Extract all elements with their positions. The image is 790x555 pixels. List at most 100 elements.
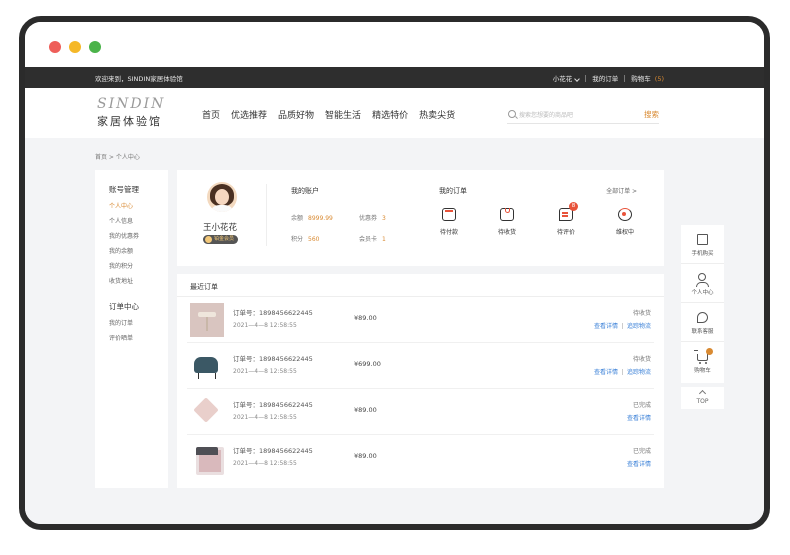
nav-item-specials[interactable]: 精选特价 bbox=[372, 108, 408, 121]
chevron-up-icon bbox=[698, 389, 707, 398]
divider bbox=[621, 368, 623, 375]
member-badge-label: 铂金会员 bbox=[214, 236, 235, 242]
logo-text-en: SINDIN bbox=[97, 96, 166, 112]
order-price: ¥699.00 bbox=[354, 360, 381, 368]
order-status-refund[interactable]: 维权中 bbox=[605, 208, 645, 236]
top-bar-links: 小花花 我的订单 购物车 (5) bbox=[553, 73, 664, 83]
coupon-stat[interactable]: 优惠券 3 bbox=[359, 213, 386, 222]
window-chrome bbox=[25, 22, 764, 67]
divider bbox=[624, 74, 626, 82]
chevron-down-icon bbox=[574, 76, 581, 82]
profile-name: 王小花花 bbox=[203, 223, 238, 233]
back-to-top-button[interactable]: TOP bbox=[681, 387, 724, 409]
order-date: 2021—4—8 12:58:55 bbox=[233, 322, 297, 329]
site-header: SINDIN 家居体验馆 首页 优选推荐 品质好物 智能生活 精选特价 热卖尖货… bbox=[25, 88, 764, 138]
logo-text-cn: 家居体验馆 bbox=[97, 115, 162, 128]
view-details-link[interactable]: 查看详情 bbox=[594, 321, 618, 330]
user-icon bbox=[696, 273, 709, 287]
order-date: 2021—4—8 12:58:55 bbox=[233, 414, 297, 421]
view-details-link[interactable]: 查看详情 bbox=[627, 459, 651, 468]
cart-badge bbox=[706, 348, 713, 355]
track-shipping-link[interactable]: 追踪物流 bbox=[627, 321, 651, 330]
member-card-stat[interactable]: 会员卡 1 bbox=[359, 234, 386, 243]
order-status-label: 待评价 bbox=[556, 229, 575, 236]
window-frame: 欢迎来到，SINDIN家居体验馆 小花花 我的订单 购物车 (5) SINDIN … bbox=[19, 16, 770, 530]
points-stat[interactable]: 积分 560 bbox=[291, 234, 319, 243]
logo[interactable]: SINDIN 家居体验馆 bbox=[97, 97, 167, 129]
avatar[interactable] bbox=[207, 182, 237, 212]
float-item-mobile[interactable]: 手机购买 bbox=[681, 225, 724, 264]
sidebar-item-my-orders[interactable]: 我的订单 bbox=[109, 318, 168, 327]
track-shipping-link[interactable]: 追踪物流 bbox=[627, 367, 651, 376]
order-row: 订单号：1898456622445 2021—4—8 12:58:55 ¥89.… bbox=[177, 389, 664, 435]
view-details-link[interactable]: 查看详情 bbox=[627, 413, 651, 422]
order-row: 订单号：1898456622445 2021—4—8 12:58:55 ¥89.… bbox=[177, 435, 664, 481]
back-to-top-label: TOP bbox=[696, 398, 709, 405]
order-status-pending-review[interactable]: 8 待评价 bbox=[546, 202, 586, 236]
search-button[interactable]: 搜索 bbox=[644, 109, 659, 120]
sidebar-item-personal-center[interactable]: 个人中心 bbox=[109, 201, 168, 210]
minimize-window-button[interactable] bbox=[69, 41, 81, 53]
sidebar-item-coupons[interactable]: 我的优惠券 bbox=[109, 231, 168, 240]
order-status: 待收货 bbox=[632, 356, 651, 363]
recent-orders-title: 最近订单 bbox=[190, 283, 218, 291]
product-thumbnail[interactable] bbox=[190, 349, 224, 383]
sidebar-item-reviews[interactable]: 评价晒单 bbox=[109, 333, 168, 342]
order-date: 2021—4—8 12:58:55 bbox=[233, 460, 297, 467]
sidebar-item-address[interactable]: 收货地址 bbox=[109, 276, 168, 285]
float-item-label: 购物车 bbox=[694, 368, 711, 374]
search-input[interactable]: 搜索您想要的商品吧 bbox=[519, 110, 573, 119]
float-item-customer-service[interactable]: 联系客服 bbox=[681, 303, 724, 342]
float-item-label: 联系客服 bbox=[691, 329, 714, 335]
nav-item-quality[interactable]: 品质好物 bbox=[278, 108, 314, 121]
divider bbox=[266, 184, 267, 246]
order-status-pending-receipt[interactable]: 待收货 bbox=[487, 208, 527, 236]
float-item-personal-center[interactable]: 个人中心 bbox=[681, 264, 724, 303]
order-price: ¥89.00 bbox=[354, 452, 377, 460]
order-status-pending-payment[interactable]: 待付款 bbox=[429, 208, 469, 236]
float-item-cart[interactable]: 购物车 bbox=[681, 342, 724, 381]
review-count-badge: 8 bbox=[569, 202, 578, 211]
user-menu[interactable]: 小花花 bbox=[553, 73, 581, 83]
sidebar-item-points[interactable]: 我的积分 bbox=[109, 261, 168, 270]
cart-link[interactable]: 购物车 (5) bbox=[631, 73, 664, 83]
nav-item-smart-life[interactable]: 智能生活 bbox=[325, 108, 361, 121]
balance-stat[interactable]: 余额 8999.99 bbox=[291, 213, 333, 222]
refund-icon bbox=[618, 208, 632, 221]
product-thumbnail[interactable] bbox=[190, 303, 224, 337]
view-details-link[interactable]: 查看详情 bbox=[594, 367, 618, 376]
breadcrumb: 首页 > 个人中心 bbox=[95, 154, 140, 161]
order-status: 已完成 bbox=[632, 402, 651, 409]
package-icon bbox=[500, 208, 514, 221]
my-orders-link[interactable]: 我的订单 bbox=[592, 73, 618, 83]
sidebar-item-profile[interactable]: 个人信息 bbox=[109, 216, 168, 225]
product-thumbnail[interactable] bbox=[190, 441, 224, 475]
order-row: 订单号：1898456622445 2021—4—8 12:58:55 ¥699… bbox=[177, 343, 664, 389]
order-status: 已完成 bbox=[632, 448, 651, 455]
wallet-icon bbox=[442, 208, 456, 221]
maximize-window-button[interactable] bbox=[89, 41, 101, 53]
all-orders-link[interactable]: 全部订单 > bbox=[606, 186, 637, 195]
product-thumbnail[interactable] bbox=[190, 395, 224, 429]
sidebar-item-balance[interactable]: 我的余额 bbox=[109, 246, 168, 255]
cart-label: 购物车 bbox=[631, 75, 651, 83]
order-status: 待收货 bbox=[632, 310, 651, 317]
divider bbox=[621, 322, 623, 329]
qr-icon bbox=[697, 234, 708, 245]
nav-item-recommended[interactable]: 优选推荐 bbox=[231, 108, 267, 121]
nav-item-hot[interactable]: 热卖尖货 bbox=[419, 108, 455, 121]
order-status-label: 待收货 bbox=[497, 229, 516, 236]
top-bar: 欢迎来到，SINDIN家居体验馆 小花花 我的订单 购物车 (5) bbox=[25, 67, 764, 88]
search-bar: 搜索您想要的商品吧 搜索 bbox=[507, 108, 659, 124]
recent-orders-panel: 最近订单 订单号：1898456622445 2021—4—8 12:58:55… bbox=[177, 274, 664, 488]
nav-item-home[interactable]: 首页 bbox=[202, 108, 220, 121]
order-number: 订单号：1898456622445 bbox=[233, 309, 313, 317]
order-status-label: 维权中 bbox=[615, 229, 634, 236]
close-window-button[interactable] bbox=[49, 41, 61, 53]
order-status-label: 待付款 bbox=[439, 229, 458, 236]
divider bbox=[585, 74, 587, 82]
order-price: ¥89.00 bbox=[354, 314, 377, 322]
main-area: 首页 > 个人中心 账号管理 个人中心 个人信息 我的优惠券 我的余额 我的积分… bbox=[25, 138, 764, 524]
sidebar: 账号管理 个人中心 个人信息 我的优惠券 我的余额 我的积分 收货地址 订单中心… bbox=[95, 170, 168, 488]
main-nav: 首页 优选推荐 品质好物 智能生活 精选特价 热卖尖货 bbox=[202, 108, 466, 121]
